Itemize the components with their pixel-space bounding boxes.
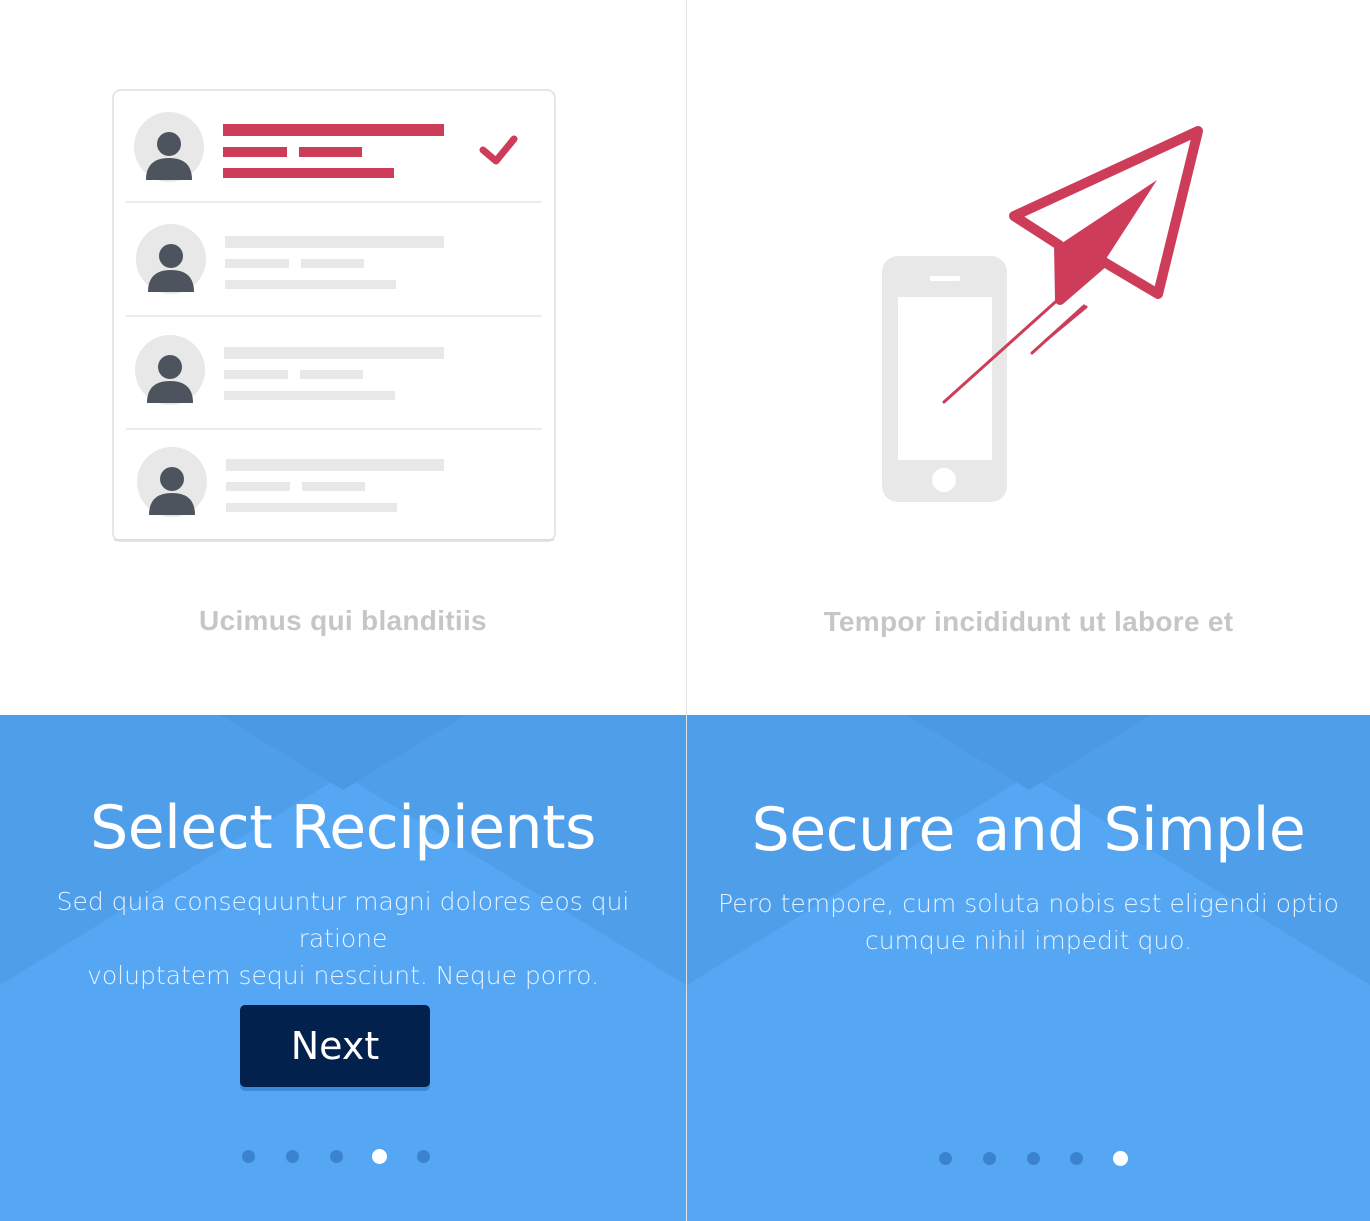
illustration-caption: Ucimus qui blanditiis <box>199 605 487 636</box>
illustration-caption: Tempor incididunt ut labore et <box>823 606 1234 637</box>
smartphone-icon <box>882 256 1007 502</box>
panel-description: Pero tempore, cum soluta nobis est elige… <box>707 885 1350 959</box>
user-avatar-icon <box>135 335 205 405</box>
user-avatar-icon <box>137 447 207 517</box>
info-panel: Select Recipients Sed quia consequuntur … <box>0 715 686 1221</box>
panel-description: Sed quia consequuntur magni dolores eos … <box>20 883 666 994</box>
onboarding-screen-select-recipients: Ucimus qui blanditiis Select Recipients … <box>0 0 686 1221</box>
description-line: voluptatem sequi nesciunt. Neque porro. <box>87 961 599 990</box>
description-line: cumque nihil impedit quo. <box>864 926 1193 955</box>
page-dot[interactable] <box>983 1152 996 1165</box>
page-dot[interactable] <box>286 1150 299 1163</box>
next-button[interactable]: Next <box>240 1005 430 1087</box>
page-dot[interactable] <box>1027 1152 1040 1165</box>
page-dot[interactable] <box>330 1150 343 1163</box>
page-dot[interactable] <box>939 1152 952 1165</box>
page-dot[interactable] <box>242 1150 255 1163</box>
description-line: Pero tempore, cum soluta nobis est elige… <box>718 889 1339 918</box>
panel-background-pattern <box>687 715 1370 985</box>
paper-plane-icon <box>1009 126 1203 305</box>
description-line: Sed quia consequuntur magni dolores eos … <box>56 887 630 953</box>
info-panel: Secure and Simple Pero tempore, cum solu… <box>687 715 1370 1221</box>
panel-title: Select Recipients <box>90 793 596 863</box>
user-avatar-icon <box>134 112 204 182</box>
page-dot[interactable] <box>1070 1152 1083 1165</box>
panel-title: Secure and Simple <box>751 795 1306 865</box>
page-dot[interactable] <box>417 1150 430 1163</box>
page-dot-active[interactable] <box>372 1149 387 1164</box>
user-avatar-icon <box>136 224 206 294</box>
onboarding-screen-secure-simple: Tempor incididunt ut labore et Secure an… <box>687 0 1370 1221</box>
page-dot-active[interactable] <box>1113 1151 1128 1166</box>
page-indicator <box>687 1151 1370 1172</box>
page-indicator <box>0 1149 686 1170</box>
